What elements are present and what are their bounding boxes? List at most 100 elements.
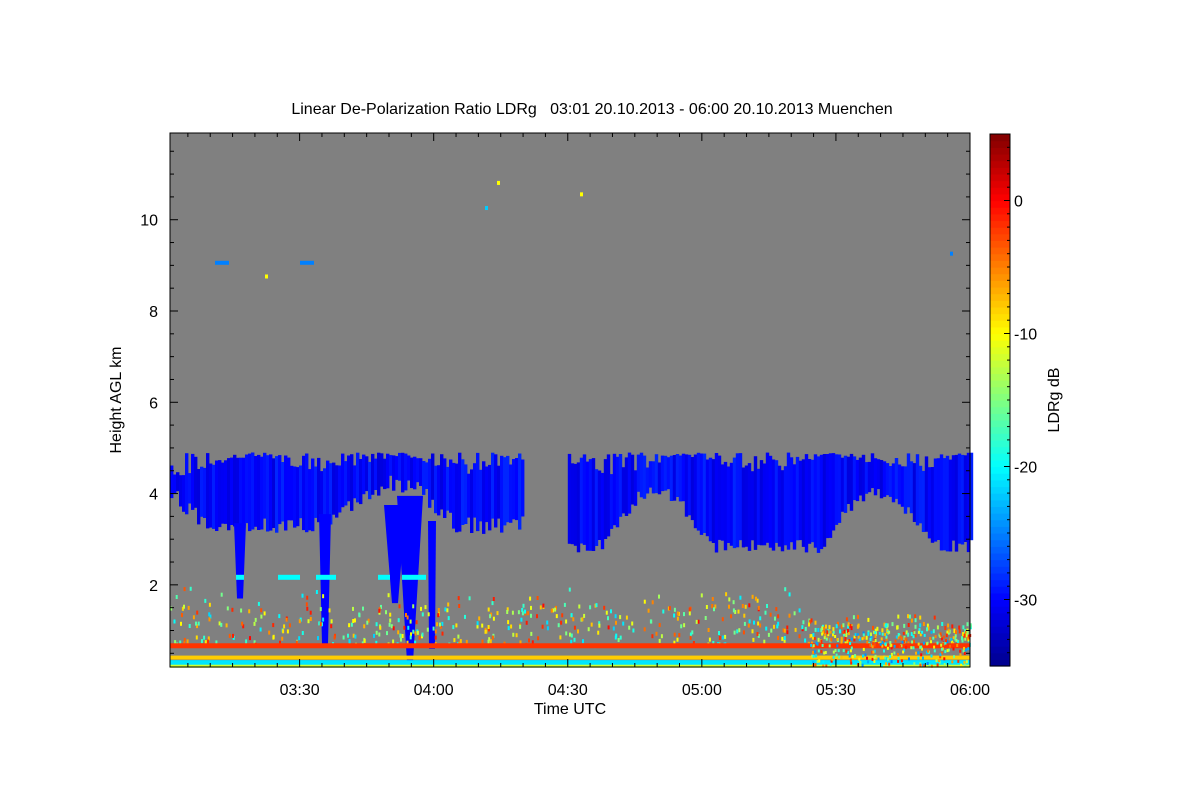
echo-point — [432, 626, 435, 631]
surface-echo — [885, 635, 888, 639]
surface-echo — [927, 649, 929, 653]
echo-point — [852, 615, 855, 620]
echo-point — [421, 632, 424, 637]
echo-point — [737, 609, 740, 614]
cloud-strip — [600, 472, 605, 550]
echo-point — [537, 636, 540, 641]
echo-point — [783, 628, 786, 633]
cloud-strip — [497, 465, 501, 519]
surface-echo — [847, 632, 850, 636]
surface-echo — [914, 634, 917, 638]
echo-point — [718, 631, 720, 635]
cloud-strip — [362, 454, 366, 495]
cloud-strip — [807, 459, 812, 544]
echo-point — [847, 622, 850, 627]
echo-point — [521, 611, 524, 616]
cloud-strip — [696, 452, 701, 531]
surface-echo — [934, 635, 937, 639]
echo-point — [542, 603, 545, 608]
cloud-strip — [281, 462, 285, 522]
echo-point — [802, 620, 805, 625]
echo-point — [751, 629, 754, 634]
echo-point — [527, 611, 530, 616]
echo-point — [378, 632, 381, 637]
cloud-strip — [912, 463, 917, 522]
cloud-strip — [185, 453, 189, 515]
cloud-strip — [341, 453, 345, 508]
cloud-strip — [885, 463, 890, 496]
echo-point — [617, 638, 620, 642]
cloud-strip — [675, 454, 680, 497]
cloud-strip — [290, 465, 294, 521]
echo-point — [711, 604, 714, 608]
surface-echo — [859, 661, 862, 665]
echo-point — [400, 637, 402, 642]
cloud-strip — [708, 457, 713, 542]
cloud-strip — [729, 462, 734, 546]
echo-point — [322, 594, 325, 599]
colorbar-segment — [990, 466, 1010, 474]
colorbar-segment — [990, 227, 1010, 235]
echo-point — [189, 586, 192, 591]
surface-echo — [921, 630, 924, 634]
echo-point — [397, 630, 400, 635]
colorbar-segment — [990, 160, 1010, 168]
surface-echo — [862, 654, 864, 658]
cloud-strip — [735, 453, 740, 548]
colorbar-segment — [990, 280, 1010, 288]
surface-echo — [942, 642, 945, 646]
echo-point — [683, 612, 685, 617]
echo-point — [676, 616, 679, 621]
colorbar-segment — [990, 453, 1010, 461]
colorbar-segment — [990, 333, 1010, 341]
echo-point — [922, 622, 925, 626]
cloud-strip — [945, 455, 950, 552]
cloud-strip — [864, 462, 869, 494]
echo-point — [755, 596, 757, 601]
echo-point — [589, 605, 592, 610]
echo-point — [607, 625, 610, 630]
echo-point — [387, 593, 390, 598]
surface-echo — [952, 647, 955, 651]
surface-echo — [862, 633, 865, 637]
cloud-strip — [609, 474, 614, 529]
surface-echo — [926, 641, 929, 645]
cloud-strip — [723, 461, 728, 551]
surface-echo — [952, 636, 955, 640]
surface-echo — [967, 647, 970, 651]
echo-point — [565, 631, 568, 636]
echo-point — [350, 622, 353, 627]
echo-point — [437, 608, 440, 612]
echo-point — [963, 633, 966, 638]
echo-point — [614, 635, 617, 640]
surface-echo — [902, 631, 905, 635]
echo-point — [560, 620, 563, 625]
surface-echo — [848, 654, 851, 658]
echo-point — [573, 625, 576, 630]
cloud-strip — [467, 473, 471, 518]
surface-echo — [878, 632, 881, 635]
cloud-strip — [699, 453, 704, 535]
colorbar-segment — [990, 546, 1010, 554]
echo-point — [870, 632, 872, 637]
cloud-strip — [236, 457, 240, 531]
echo-point — [742, 630, 745, 635]
surface-echo — [834, 635, 837, 638]
cloud-strip — [951, 455, 956, 541]
streak-dash — [402, 574, 426, 580]
surface-echo — [888, 630, 891, 634]
surface-echo — [836, 644, 839, 648]
echo-point — [570, 613, 573, 618]
x-tick-label: 03:30 — [280, 682, 320, 699]
colorbar-tick-label: -20 — [1014, 460, 1037, 477]
cloud-strip — [786, 452, 791, 550]
colorbar-segment — [990, 439, 1010, 448]
surface-echo — [823, 651, 826, 655]
echo-point — [517, 610, 520, 615]
cloud-strip — [876, 459, 881, 490]
echo-point — [186, 639, 189, 644]
echo-point — [536, 614, 538, 619]
surface-echo — [838, 655, 841, 659]
cloud-strip — [891, 463, 896, 503]
surface-echo — [834, 649, 837, 652]
